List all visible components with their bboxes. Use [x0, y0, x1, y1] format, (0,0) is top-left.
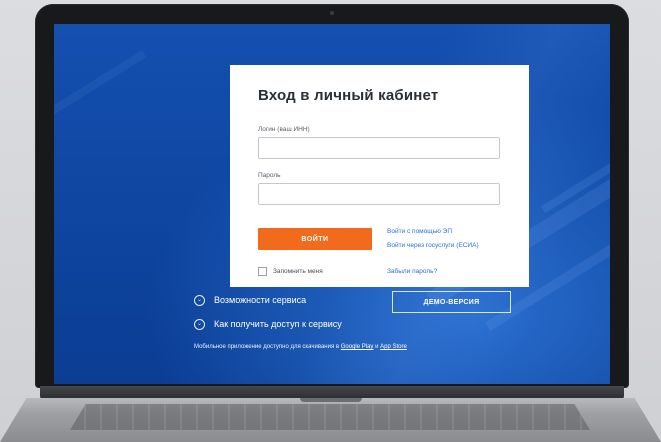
remember-label: Запомнить меня	[273, 268, 323, 275]
mobile-app-note: Мобильное приложение доступно для скачив…	[194, 344, 407, 350]
laptop-lid: Вход в личный кабинет Логин (ваш ИНН) Па…	[35, 4, 629, 388]
app-store-link[interactable]: App Store	[380, 344, 407, 350]
mobile-and: и	[375, 344, 379, 350]
chevron-down-icon: ⌄	[194, 318, 205, 330]
remember-row: Запомнить меня Забыли пароль?	[258, 267, 501, 276]
login-label: Логин (ваш ИНН)	[258, 126, 310, 133]
login-input[interactable]	[258, 137, 500, 159]
forgot-password-link[interactable]: Забыли пароль?	[387, 268, 437, 275]
demo-button[interactable]: ДЕМО-ВЕРСИЯ	[392, 291, 511, 313]
laptop-keyboard	[70, 404, 590, 430]
login-card: Вход в личный кабинет Логин (ваш ИНН) Па…	[230, 65, 529, 287]
camera	[330, 11, 334, 15]
login-actions: ВОЙТИ Войти с помощью ЭП Войти через гос…	[258, 228, 501, 250]
password-label: Пароль	[258, 172, 281, 179]
login-button[interactable]: ВОЙТИ	[258, 228, 372, 250]
laptop-notch	[300, 398, 362, 402]
mobile-text: Мобильное приложение доступно для скачив…	[194, 344, 340, 350]
background-stripe	[54, 50, 147, 126]
features-label: Возможности сервиса	[214, 295, 307, 305]
alt-login-links: Войти с помощью ЭП Войти через госуслуги…	[387, 228, 479, 249]
password-input[interactable]	[258, 183, 500, 205]
access-label: Как получить доступ к сервису	[214, 319, 342, 329]
page-title: Вход в личный кабинет	[258, 87, 439, 104]
google-play-link[interactable]: Google Play	[341, 344, 374, 350]
chevron-down-icon: ⌄	[194, 294, 205, 306]
login-esia-link[interactable]: Войти через госуслуги (ЕСИА)	[387, 242, 479, 249]
login-ep-link[interactable]: Войти с помощью ЭП	[387, 228, 479, 235]
access-expander[interactable]: ⌄ Как получить доступ к сервису	[194, 317, 524, 331]
screen: Вход в личный кабинет Логин (ваш ИНН) Па…	[54, 24, 610, 384]
remember-checkbox[interactable]	[258, 267, 267, 276]
